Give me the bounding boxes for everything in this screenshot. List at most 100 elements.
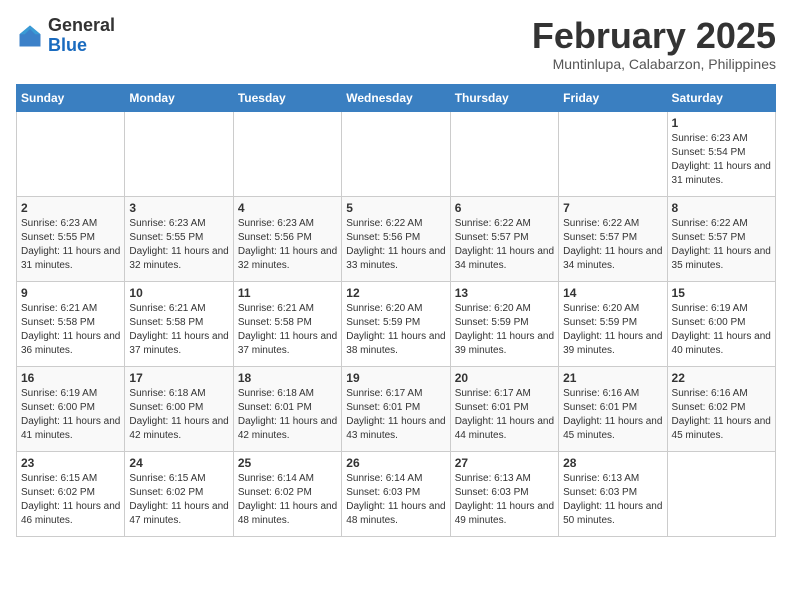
- logo-text: General Blue: [48, 16, 115, 56]
- calendar-title: February 2025: [532, 16, 776, 56]
- day-number: 4: [238, 201, 337, 215]
- day-number: 28: [563, 456, 662, 470]
- day-cell: 15Sunrise: 6:19 AM Sunset: 6:00 PM Dayli…: [667, 281, 775, 366]
- day-cell: 25 Sunrise: 6:14 AM Sunset: 6:02 PM Dayli…: [233, 451, 341, 536]
- day-cell: [17, 111, 125, 196]
- day-number: 26: [346, 456, 445, 470]
- day-info: Sunrise: 6:22 AM Sunset: 5:57 PM Dayligh…: [563, 217, 662, 273]
- day-cell: 13 Sunrise: 6:20 AM Sunset: 5:59 PM Dayli…: [450, 281, 558, 366]
- header-cell-tuesday: Tuesday: [233, 84, 341, 111]
- calendar-header: SundayMondayTuesdayWednesdayThursdayFrid…: [17, 84, 776, 111]
- day-cell: [233, 111, 341, 196]
- calendar-table: SundayMondayTuesdayWednesdayThursdayFrid…: [16, 84, 776, 537]
- day-info: Sunrise: 6:15 AM Sunset: 6:02 PM Dayligh…: [129, 472, 228, 528]
- day-cell: 18 Sunrise: 6:18 AM Sunset: 6:01 PM Dayli…: [233, 366, 341, 451]
- day-cell: 3Sunrise: 6:23 AM Sunset: 5:55 PM Daylig…: [125, 196, 233, 281]
- day-info: Sunrise: 6:21 AM Sunset: 5:58 PM Dayligh…: [129, 302, 228, 358]
- logo-general: General: [48, 16, 115, 36]
- day-cell: 17Sunrise: 6:18 AM Sunset: 6:00 PM Dayli…: [125, 366, 233, 451]
- day-cell: 4 Sunrise: 6:23 AM Sunset: 5:56 PM Daylig…: [233, 196, 341, 281]
- day-number: 12: [346, 286, 445, 300]
- day-number: 19: [346, 371, 445, 385]
- header-cell-saturday: Saturday: [667, 84, 775, 111]
- day-number: 8: [672, 201, 771, 215]
- day-info: Sunrise: 6:20 AM Sunset: 5:59 PM Dayligh…: [346, 302, 445, 358]
- calendar-subtitle: Muntinlupa, Calabarzon, Philippines: [532, 56, 776, 72]
- day-cell: 6 Sunrise: 6:22 AM Sunset: 5:57 PM Daylig…: [450, 196, 558, 281]
- day-cell: 22 Sunrise: 6:16 AM Sunset: 6:02 PM Dayli…: [667, 366, 775, 451]
- week-row-2: 2Sunrise: 6:23 AM Sunset: 5:55 PM Daylig…: [17, 196, 776, 281]
- day-number: 22: [672, 371, 771, 385]
- day-cell: 14 Sunrise: 6:20 AM Sunset: 5:59 PM Dayli…: [559, 281, 667, 366]
- day-cell: 26 Sunrise: 6:14 AM Sunset: 6:03 PM Dayli…: [342, 451, 450, 536]
- day-number: 21: [563, 371, 662, 385]
- header-cell-thursday: Thursday: [450, 84, 558, 111]
- day-number: 10: [129, 286, 228, 300]
- week-row-5: 23 Sunrise: 6:15 AM Sunset: 6:02 PM Dayli…: [17, 451, 776, 536]
- week-row-1: 1 Sunrise: 6:23 AM Sunset: 5:54 PM Daylig…: [17, 111, 776, 196]
- day-info: Sunrise: 6:13 AM Sunset: 6:03 PM Dayligh…: [455, 472, 554, 528]
- day-cell: 21 Sunrise: 6:16 AM Sunset: 6:01 PM Dayli…: [559, 366, 667, 451]
- day-info: Sunrise: 6:14 AM Sunset: 6:02 PM Dayligh…: [238, 472, 337, 528]
- week-row-3: 9 Sunrise: 6:21 AM Sunset: 5:58 PM Daylig…: [17, 281, 776, 366]
- day-cell: 9 Sunrise: 6:21 AM Sunset: 5:58 PM Daylig…: [17, 281, 125, 366]
- day-info: Sunrise: 6:16 AM Sunset: 6:01 PM Dayligh…: [563, 387, 662, 443]
- day-cell: 23 Sunrise: 6:15 AM Sunset: 6:02 PM Dayli…: [17, 451, 125, 536]
- day-number: 2: [21, 201, 120, 215]
- title-block: February 2025 Muntinlupa, Calabarzon, Ph…: [532, 16, 776, 72]
- day-info: Sunrise: 6:17 AM Sunset: 6:01 PM Dayligh…: [346, 387, 445, 443]
- day-info: Sunrise: 6:21 AM Sunset: 5:58 PM Dayligh…: [21, 302, 120, 358]
- day-cell: [667, 451, 775, 536]
- day-number: 24: [129, 456, 228, 470]
- day-info: Sunrise: 6:23 AM Sunset: 5:54 PM Dayligh…: [672, 132, 771, 188]
- day-cell: 24 Sunrise: 6:15 AM Sunset: 6:02 PM Dayli…: [125, 451, 233, 536]
- day-number: 23: [21, 456, 120, 470]
- day-number: 20: [455, 371, 554, 385]
- day-info: Sunrise: 6:20 AM Sunset: 5:59 PM Dayligh…: [455, 302, 554, 358]
- header-row: SundayMondayTuesdayWednesdayThursdayFrid…: [17, 84, 776, 111]
- day-number: 18: [238, 371, 337, 385]
- day-number: 9: [21, 286, 120, 300]
- day-cell: [125, 111, 233, 196]
- day-info: Sunrise: 6:14 AM Sunset: 6:03 PM Dayligh…: [346, 472, 445, 528]
- week-row-4: 16 Sunrise: 6:19 AM Sunset: 6:00 PM Dayli…: [17, 366, 776, 451]
- day-info: Sunrise: 6:18 AM Sunset: 6:00 PM Dayligh…: [129, 387, 228, 443]
- day-info: Sunrise: 6:18 AM Sunset: 6:01 PM Dayligh…: [238, 387, 337, 443]
- day-cell: 12 Sunrise: 6:20 AM Sunset: 5:59 PM Dayli…: [342, 281, 450, 366]
- day-info: Sunrise: 6:19 AM Sunset: 6:00 PM Dayligh…: [21, 387, 120, 443]
- day-number: 3: [129, 201, 228, 215]
- day-number: 14: [563, 286, 662, 300]
- logo: General Blue: [16, 16, 115, 56]
- day-cell: [342, 111, 450, 196]
- day-cell: 20Sunrise: 6:17 AM Sunset: 6:01 PM Dayli…: [450, 366, 558, 451]
- page-header: General Blue February 2025 Muntinlupa, C…: [16, 16, 776, 72]
- day-info: Sunrise: 6:22 AM Sunset: 5:56 PM Dayligh…: [346, 217, 445, 273]
- day-info: Sunrise: 6:21 AM Sunset: 5:58 PM Dayligh…: [238, 302, 337, 358]
- day-cell: 5 Sunrise: 6:22 AM Sunset: 5:56 PM Daylig…: [342, 196, 450, 281]
- day-number: 1: [672, 116, 771, 130]
- day-cell: 11Sunrise: 6:21 AM Sunset: 5:58 PM Dayli…: [233, 281, 341, 366]
- day-cell: 10 Sunrise: 6:21 AM Sunset: 5:58 PM Dayli…: [125, 281, 233, 366]
- day-cell: 28 Sunrise: 6:13 AM Sunset: 6:03 PM Dayli…: [559, 451, 667, 536]
- day-number: 25: [238, 456, 337, 470]
- day-info: Sunrise: 6:13 AM Sunset: 6:03 PM Dayligh…: [563, 472, 662, 528]
- day-info: Sunrise: 6:22 AM Sunset: 5:57 PM Dayligh…: [455, 217, 554, 273]
- day-info: Sunrise: 6:20 AM Sunset: 5:59 PM Dayligh…: [563, 302, 662, 358]
- day-info: Sunrise: 6:22 AM Sunset: 5:57 PM Dayligh…: [672, 217, 771, 273]
- day-cell: [450, 111, 558, 196]
- day-cell: 16 Sunrise: 6:19 AM Sunset: 6:00 PM Dayli…: [17, 366, 125, 451]
- day-cell: 19 Sunrise: 6:17 AM Sunset: 6:01 PM Dayli…: [342, 366, 450, 451]
- day-number: 27: [455, 456, 554, 470]
- day-number: 6: [455, 201, 554, 215]
- day-cell: 8 Sunrise: 6:22 AM Sunset: 5:57 PM Daylig…: [667, 196, 775, 281]
- day-number: 16: [21, 371, 120, 385]
- day-info: Sunrise: 6:15 AM Sunset: 6:02 PM Dayligh…: [21, 472, 120, 528]
- day-info: Sunrise: 6:23 AM Sunset: 5:56 PM Dayligh…: [238, 217, 337, 273]
- day-number: 13: [455, 286, 554, 300]
- calendar-body: 1 Sunrise: 6:23 AM Sunset: 5:54 PM Daylig…: [17, 111, 776, 536]
- day-cell: 7Sunrise: 6:22 AM Sunset: 5:57 PM Daylig…: [559, 196, 667, 281]
- day-info: Sunrise: 6:16 AM Sunset: 6:02 PM Dayligh…: [672, 387, 771, 443]
- day-number: 5: [346, 201, 445, 215]
- header-cell-sunday: Sunday: [17, 84, 125, 111]
- day-cell: 27 Sunrise: 6:13 AM Sunset: 6:03 PM Dayli…: [450, 451, 558, 536]
